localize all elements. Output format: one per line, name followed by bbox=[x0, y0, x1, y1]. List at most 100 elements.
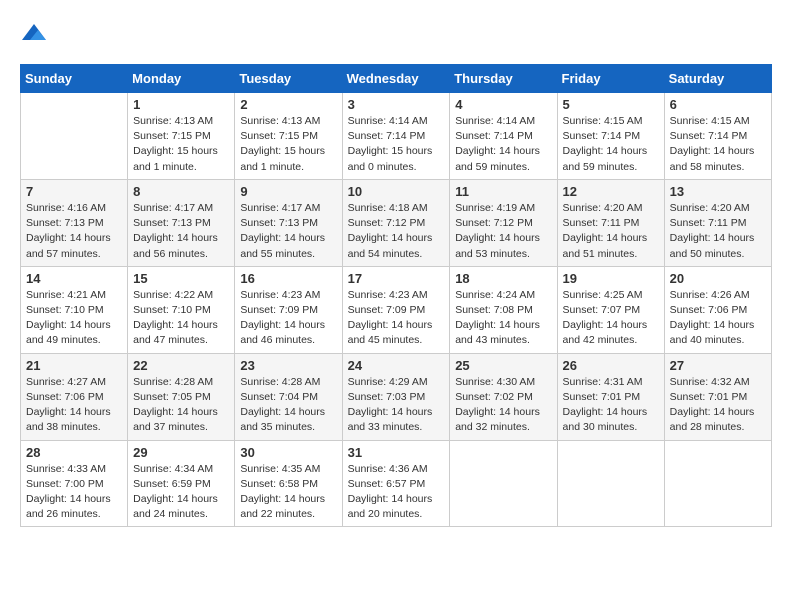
calendar-cell: 24 Sunrise: 4:29 AM Sunset: 7:03 PM Dayli… bbox=[342, 353, 450, 440]
header-monday: Monday bbox=[128, 65, 235, 93]
day-number: 8 bbox=[133, 184, 229, 199]
day-number: 29 bbox=[133, 445, 229, 460]
day-info: Sunrise: 4:19 AM Sunset: 7:12 PM Dayligh… bbox=[455, 201, 551, 262]
calendar-cell: 1Sunrise: 4:13 AM Sunset: 7:15 PM Daylig… bbox=[128, 93, 235, 180]
day-info: Sunrise: 4:17 AM Sunset: 7:13 PM Dayligh… bbox=[240, 201, 336, 262]
day-number: 25 bbox=[455, 358, 551, 373]
calendar-cell: 19 Sunrise: 4:25 AM Sunset: 7:07 PM Dayli… bbox=[557, 266, 664, 353]
day-number: 26 bbox=[563, 358, 659, 373]
calendar-week-row: 28 Sunrise: 4:33 AM Sunset: 7:00 PM Dayli… bbox=[21, 440, 772, 527]
calendar-cell: 25 Sunrise: 4:30 AM Sunset: 7:02 PM Dayli… bbox=[450, 353, 557, 440]
day-info: Sunrise: 4:22 AM Sunset: 7:10 PM Dayligh… bbox=[133, 288, 229, 349]
calendar-week-row: 14Sunrise: 4:21 AM Sunset: 7:10 PM Dayli… bbox=[21, 266, 772, 353]
calendar-cell: 13Sunrise: 4:20 AM Sunset: 7:11 PM Dayli… bbox=[664, 179, 771, 266]
day-info: Sunrise: 4:26 AM Sunset: 7:06 PM Dayligh… bbox=[670, 288, 766, 349]
day-number: 28 bbox=[26, 445, 122, 460]
calendar-cell: 18Sunrise: 4:24 AM Sunset: 7:08 PM Dayli… bbox=[450, 266, 557, 353]
day-number: 16 bbox=[240, 271, 336, 286]
calendar-cell bbox=[664, 440, 771, 527]
day-info: Sunrise: 4:31 AM Sunset: 7:01 PM Dayligh… bbox=[563, 375, 659, 436]
calendar-cell: 12 Sunrise: 4:20 AM Sunset: 7:11 PM Dayli… bbox=[557, 179, 664, 266]
calendar-cell: 4Sunrise: 4:14 AM Sunset: 7:14 PM Daylig… bbox=[450, 93, 557, 180]
calendar-cell: 16 Sunrise: 4:23 AM Sunset: 7:09 PM Dayli… bbox=[235, 266, 342, 353]
day-info: Sunrise: 4:17 AM Sunset: 7:13 PM Dayligh… bbox=[133, 201, 229, 262]
day-number: 22 bbox=[133, 358, 229, 373]
day-info: Sunrise: 4:16 AM Sunset: 7:13 PM Dayligh… bbox=[26, 201, 122, 262]
calendar-week-row: 21Sunrise: 4:27 AM Sunset: 7:06 PM Dayli… bbox=[21, 353, 772, 440]
calendar-week-row: 1Sunrise: 4:13 AM Sunset: 7:15 PM Daylig… bbox=[21, 93, 772, 180]
day-number: 10 bbox=[348, 184, 445, 199]
calendar-cell: 20 Sunrise: 4:26 AM Sunset: 7:06 PM Dayli… bbox=[664, 266, 771, 353]
day-number: 3 bbox=[348, 97, 445, 112]
calendar-cell: 14Sunrise: 4:21 AM Sunset: 7:10 PM Dayli… bbox=[21, 266, 128, 353]
day-number: 24 bbox=[348, 358, 445, 373]
day-number: 9 bbox=[240, 184, 336, 199]
day-info: Sunrise: 4:13 AM Sunset: 7:15 PM Dayligh… bbox=[240, 114, 336, 175]
calendar-cell: 9 Sunrise: 4:17 AM Sunset: 7:13 PM Daylig… bbox=[235, 179, 342, 266]
calendar-cell: 8 Sunrise: 4:17 AM Sunset: 7:13 PM Daylig… bbox=[128, 179, 235, 266]
calendar-table: SundayMondayTuesdayWednesdayThursdayFrid… bbox=[20, 64, 772, 527]
calendar-cell bbox=[450, 440, 557, 527]
calendar-cell: 27Sunrise: 4:32 AM Sunset: 7:01 PM Dayli… bbox=[664, 353, 771, 440]
calendar-cell: 29 Sunrise: 4:34 AM Sunset: 6:59 PM Dayli… bbox=[128, 440, 235, 527]
day-info: Sunrise: 4:13 AM Sunset: 7:15 PM Dayligh… bbox=[133, 114, 229, 175]
calendar-cell: 7 Sunrise: 4:16 AM Sunset: 7:13 PM Daylig… bbox=[21, 179, 128, 266]
day-info: Sunrise: 4:15 AM Sunset: 7:14 PM Dayligh… bbox=[563, 114, 659, 175]
day-info: Sunrise: 4:25 AM Sunset: 7:07 PM Dayligh… bbox=[563, 288, 659, 349]
calendar-cell: 21Sunrise: 4:27 AM Sunset: 7:06 PM Dayli… bbox=[21, 353, 128, 440]
day-info: Sunrise: 4:29 AM Sunset: 7:03 PM Dayligh… bbox=[348, 375, 445, 436]
day-number: 20 bbox=[670, 271, 766, 286]
day-info: Sunrise: 4:28 AM Sunset: 7:05 PM Dayligh… bbox=[133, 375, 229, 436]
day-info: Sunrise: 4:20 AM Sunset: 7:11 PM Dayligh… bbox=[670, 201, 766, 262]
day-number: 30 bbox=[240, 445, 336, 460]
header-wednesday: Wednesday bbox=[342, 65, 450, 93]
day-number: 6 bbox=[670, 97, 766, 112]
logo-icon bbox=[20, 20, 48, 48]
day-info: Sunrise: 4:32 AM Sunset: 7:01 PM Dayligh… bbox=[670, 375, 766, 436]
day-info: Sunrise: 4:20 AM Sunset: 7:11 PM Dayligh… bbox=[563, 201, 659, 262]
calendar-cell bbox=[557, 440, 664, 527]
day-number: 23 bbox=[240, 358, 336, 373]
calendar-cell: 28 Sunrise: 4:33 AM Sunset: 7:00 PM Dayli… bbox=[21, 440, 128, 527]
logo bbox=[20, 20, 52, 48]
calendar-cell: 2 Sunrise: 4:13 AM Sunset: 7:15 PM Daylig… bbox=[235, 93, 342, 180]
calendar-cell: 10Sunrise: 4:18 AM Sunset: 7:12 PM Dayli… bbox=[342, 179, 450, 266]
day-info: Sunrise: 4:23 AM Sunset: 7:09 PM Dayligh… bbox=[348, 288, 445, 349]
page-header bbox=[20, 20, 772, 48]
day-number: 19 bbox=[563, 271, 659, 286]
calendar-cell: 17 Sunrise: 4:23 AM Sunset: 7:09 PM Dayli… bbox=[342, 266, 450, 353]
calendar-cell: 26 Sunrise: 4:31 AM Sunset: 7:01 PM Dayli… bbox=[557, 353, 664, 440]
day-number: 7 bbox=[26, 184, 122, 199]
day-number: 17 bbox=[348, 271, 445, 286]
day-number: 5 bbox=[563, 97, 659, 112]
day-info: Sunrise: 4:15 AM Sunset: 7:14 PM Dayligh… bbox=[670, 114, 766, 175]
calendar-cell: 5 Sunrise: 4:15 AM Sunset: 7:14 PM Daylig… bbox=[557, 93, 664, 180]
day-info: Sunrise: 4:30 AM Sunset: 7:02 PM Dayligh… bbox=[455, 375, 551, 436]
day-info: Sunrise: 4:28 AM Sunset: 7:04 PM Dayligh… bbox=[240, 375, 336, 436]
day-number: 12 bbox=[563, 184, 659, 199]
day-info: Sunrise: 4:24 AM Sunset: 7:08 PM Dayligh… bbox=[455, 288, 551, 349]
day-info: Sunrise: 4:14 AM Sunset: 7:14 PM Dayligh… bbox=[348, 114, 445, 175]
calendar-cell: 22 Sunrise: 4:28 AM Sunset: 7:05 PM Dayli… bbox=[128, 353, 235, 440]
day-number: 4 bbox=[455, 97, 551, 112]
day-number: 21 bbox=[26, 358, 122, 373]
calendar-cell: 11Sunrise: 4:19 AM Sunset: 7:12 PM Dayli… bbox=[450, 179, 557, 266]
calendar-cell: 3 Sunrise: 4:14 AM Sunset: 7:14 PM Daylig… bbox=[342, 93, 450, 180]
calendar-cell: 6 Sunrise: 4:15 AM Sunset: 7:14 PM Daylig… bbox=[664, 93, 771, 180]
day-info: Sunrise: 4:34 AM Sunset: 6:59 PM Dayligh… bbox=[133, 462, 229, 523]
header-tuesday: Tuesday bbox=[235, 65, 342, 93]
day-number: 2 bbox=[240, 97, 336, 112]
day-number: 15 bbox=[133, 271, 229, 286]
header-saturday: Saturday bbox=[664, 65, 771, 93]
calendar-cell: 30 Sunrise: 4:35 AM Sunset: 6:58 PM Dayli… bbox=[235, 440, 342, 527]
day-info: Sunrise: 4:35 AM Sunset: 6:58 PM Dayligh… bbox=[240, 462, 336, 523]
calendar-week-row: 7 Sunrise: 4:16 AM Sunset: 7:13 PM Daylig… bbox=[21, 179, 772, 266]
calendar-cell bbox=[21, 93, 128, 180]
header-thursday: Thursday bbox=[450, 65, 557, 93]
day-info: Sunrise: 4:33 AM Sunset: 7:00 PM Dayligh… bbox=[26, 462, 122, 523]
day-info: Sunrise: 4:23 AM Sunset: 7:09 PM Dayligh… bbox=[240, 288, 336, 349]
calendar-cell: 31Sunrise: 4:36 AM Sunset: 6:57 PM Dayli… bbox=[342, 440, 450, 527]
day-info: Sunrise: 4:36 AM Sunset: 6:57 PM Dayligh… bbox=[348, 462, 445, 523]
calendar-header-row: SundayMondayTuesdayWednesdayThursdayFrid… bbox=[21, 65, 772, 93]
day-info: Sunrise: 4:21 AM Sunset: 7:10 PM Dayligh… bbox=[26, 288, 122, 349]
